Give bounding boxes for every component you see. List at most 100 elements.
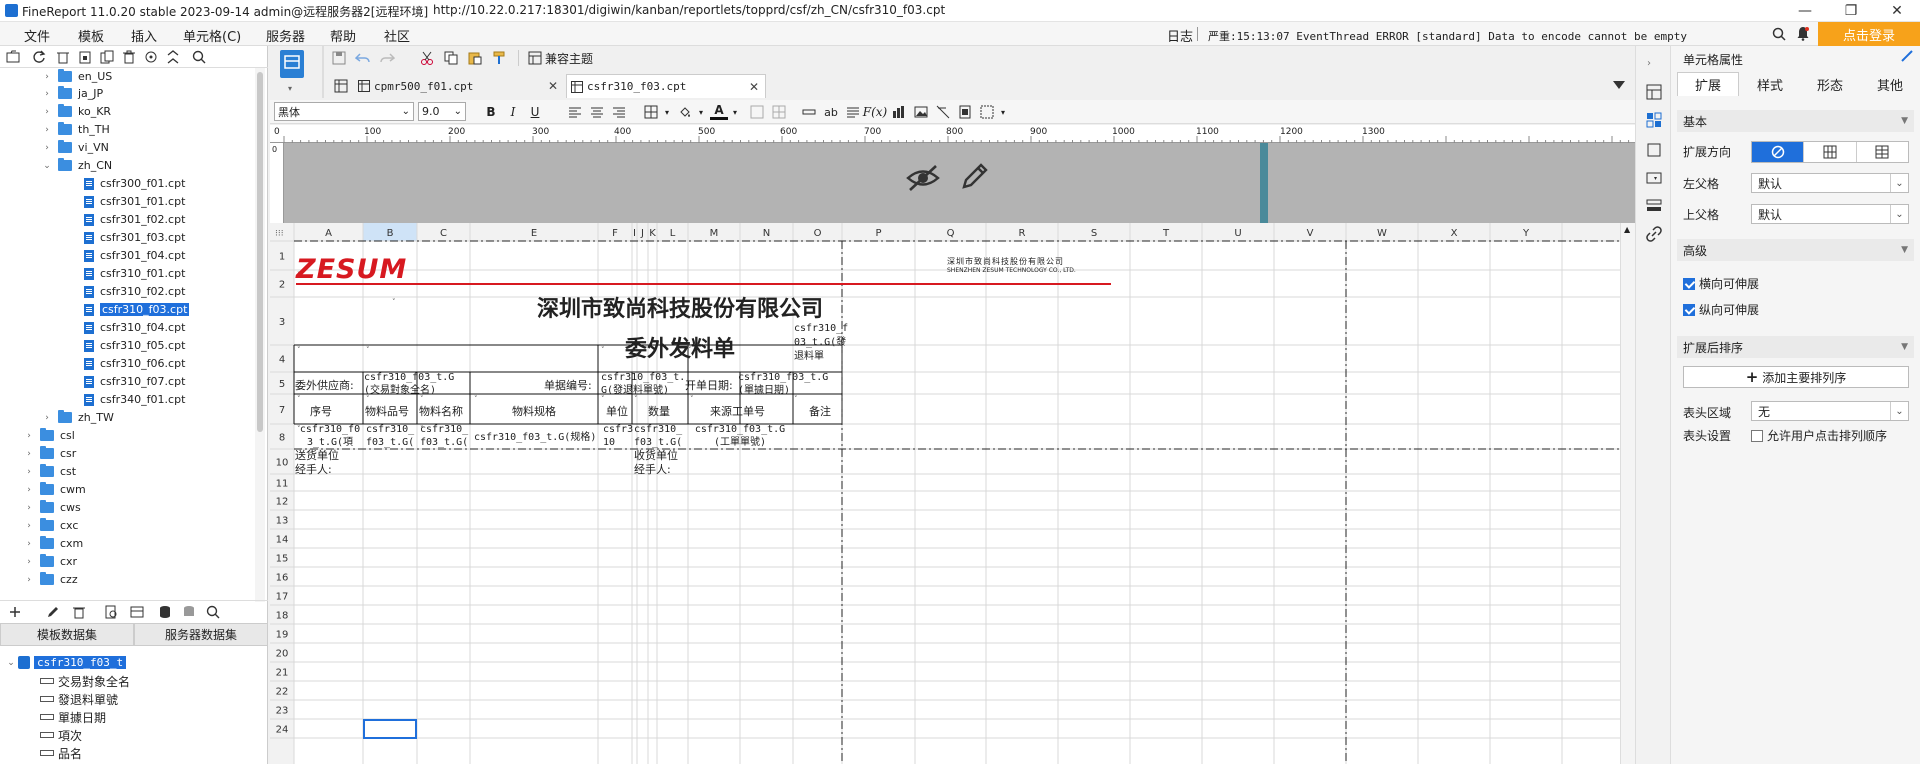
page-boundary-marker[interactable] [1260,143,1268,223]
row-header-24[interactable]: 24 [276,725,289,736]
bold-icon[interactable]: B [482,103,500,121]
tree-folder[interactable]: › cxr [24,553,77,570]
row-header-16[interactable]: 16 [276,573,289,584]
allow-sort-checkbox[interactable]: 允许用户点击排列顺序 [1751,427,1887,444]
column-header-m[interactable]: M [710,228,719,239]
log-message[interactable]: 严重:15:13:07 EventThread ERROR [standard]… [1208,28,1687,44]
notification-bell-icon[interactable] [1796,26,1810,41]
column-header-q[interactable]: Q [947,228,955,239]
align-right-icon[interactable] [610,103,628,121]
dataset-field[interactable]: 單據日期 [40,708,106,726]
close-tab-icon[interactable]: ✕ [749,80,759,94]
tree-folder-th-th[interactable]: › th_TH [42,121,110,138]
new-folder-icon[interactable] [4,48,22,66]
no-expand-option[interactable] [1752,142,1804,162]
section-sort[interactable]: 扩展后排序 ▼ [1677,336,1914,358]
column-header-o[interactable]: O [814,228,822,239]
database-icon[interactable] [156,603,174,621]
condition-attr-icon[interactable] [1646,198,1662,214]
tree-folder-vi-vn[interactable]: › vi_VN [42,139,109,156]
search-icon[interactable] [1772,27,1786,41]
select-all-corner[interactable]: ⁝⁝⁝ [275,229,284,239]
tab-cpmr500[interactable]: cpmr500_f01.cpt ✕ [354,74,564,98]
chevron-down-icon[interactable]: ▾ [692,103,710,121]
row-header-18[interactable]: 18 [276,611,289,622]
tree-folder[interactable]: › cws [24,499,81,516]
dataset-field[interactable]: 發退料單號 [40,690,118,708]
row-header-20[interactable]: 20 [276,649,289,660]
trash-icon[interactable] [120,48,138,66]
insert-text-icon[interactable]: ab [822,103,840,121]
add-dataset-icon[interactable] [6,603,24,621]
insert-chart-icon[interactable] [890,103,908,121]
section-advanced[interactable]: 高级 ▼ [1677,239,1914,261]
tree-folder-ko-kr[interactable]: › ko_KR [42,103,111,120]
delete-file-icon[interactable] [54,48,72,66]
delete-dataset-icon[interactable] [70,603,88,621]
row-header-8[interactable]: 8 [279,433,285,444]
column-header-e[interactable]: E [531,228,537,239]
row-header-7[interactable]: 7 [279,405,285,416]
tree-file[interactable]: csfr301_f04.cpt [84,247,185,264]
refresh-icon[interactable] [30,48,48,66]
close-button[interactable]: ✕ [1874,0,1920,22]
underline-icon[interactable]: U [526,103,544,121]
cell-attr-panel-icon[interactable] [1646,84,1662,100]
chevron-down-icon[interactable]: ▾ [658,103,676,121]
menu-template[interactable]: 模板 [78,26,104,45]
tree-folder[interactable]: › cxc [24,517,78,534]
tab-other[interactable]: 其他 [1859,72,1920,96]
slash-cell-icon[interactable] [934,103,952,121]
tree-folder-en-us[interactable]: › en_US [42,68,112,85]
tree-file-selected[interactable]: csfr310_f03.cpt [84,301,190,318]
tree-scrollbar[interactable] [255,68,265,602]
tree-file[interactable]: csfr310_f01.cpt [84,265,185,282]
top-parent-select[interactable]: 默认 ⌄ [1751,204,1909,224]
column-header-a[interactable]: A [325,228,332,239]
align-left-icon[interactable] [566,103,584,121]
column-header-k[interactable]: K [649,228,656,239]
tree-search-icon[interactable] [190,48,208,66]
dataset-field[interactable]: 品名 [40,744,82,762]
hide-eye-icon[interactable] [906,163,940,193]
column-header-b[interactable]: B [387,228,394,239]
horizontal-expand-option[interactable] [1855,142,1908,162]
copy-file-icon[interactable] [98,48,116,66]
row-header-12[interactable]: 12 [276,497,289,508]
column-header-j[interactable]: J [640,228,644,239]
log-label[interactable]: 日志 [1167,26,1193,45]
tree-folder[interactable]: › cxm [24,535,83,552]
row-header-19[interactable]: 19 [276,630,289,641]
cell-element-panel-icon[interactable] [1646,112,1662,128]
menu-community[interactable]: 社区 [384,26,410,45]
undo-icon[interactable] [354,49,372,67]
tree-folder[interactable]: › cst [24,463,76,480]
dataset-node[interactable]: ⌄ csfr310_f03_t [6,654,127,671]
column-header-r[interactable]: R [1019,228,1026,239]
locate-icon[interactable] [142,48,160,66]
column-header-l[interactable]: L [670,228,676,239]
menu-file[interactable]: 文件 [24,26,50,45]
column-header-p[interactable]: P [875,228,881,239]
menu-insert[interactable]: 插入 [131,26,157,45]
row-header-17[interactable]: 17 [276,592,289,603]
row-header-15[interactable]: 15 [276,554,289,565]
tab-form[interactable]: 形态 [1799,72,1861,96]
tree-file[interactable]: csfr310_f07.cpt [84,373,185,390]
sub-report-icon[interactable] [956,103,974,121]
row-header-2[interactable]: 2 [279,280,285,291]
tree-file[interactable]: csfr310_f05.cpt [84,337,185,354]
tab-expand[interactable]: 扩展 [1677,72,1739,96]
tree-folder[interactable]: › csr [24,445,76,462]
insert-image-icon[interactable] [912,103,930,121]
row-header-13[interactable]: 13 [276,516,289,527]
tab-template-dataset[interactable]: 模板数据集 [0,623,134,646]
copy-icon[interactable] [442,49,460,67]
row-header-21[interactable]: 21 [276,668,289,679]
row-header-23[interactable]: 23 [276,706,289,717]
tree-file[interactable]: csfr310_f06.cpt [84,355,185,372]
close-tab-icon[interactable]: ✕ [548,79,558,93]
scroll-up-icon[interactable]: ▲ [1624,225,1630,234]
edit-pencil-icon[interactable] [960,161,990,191]
widget-icon[interactable] [1646,170,1662,186]
